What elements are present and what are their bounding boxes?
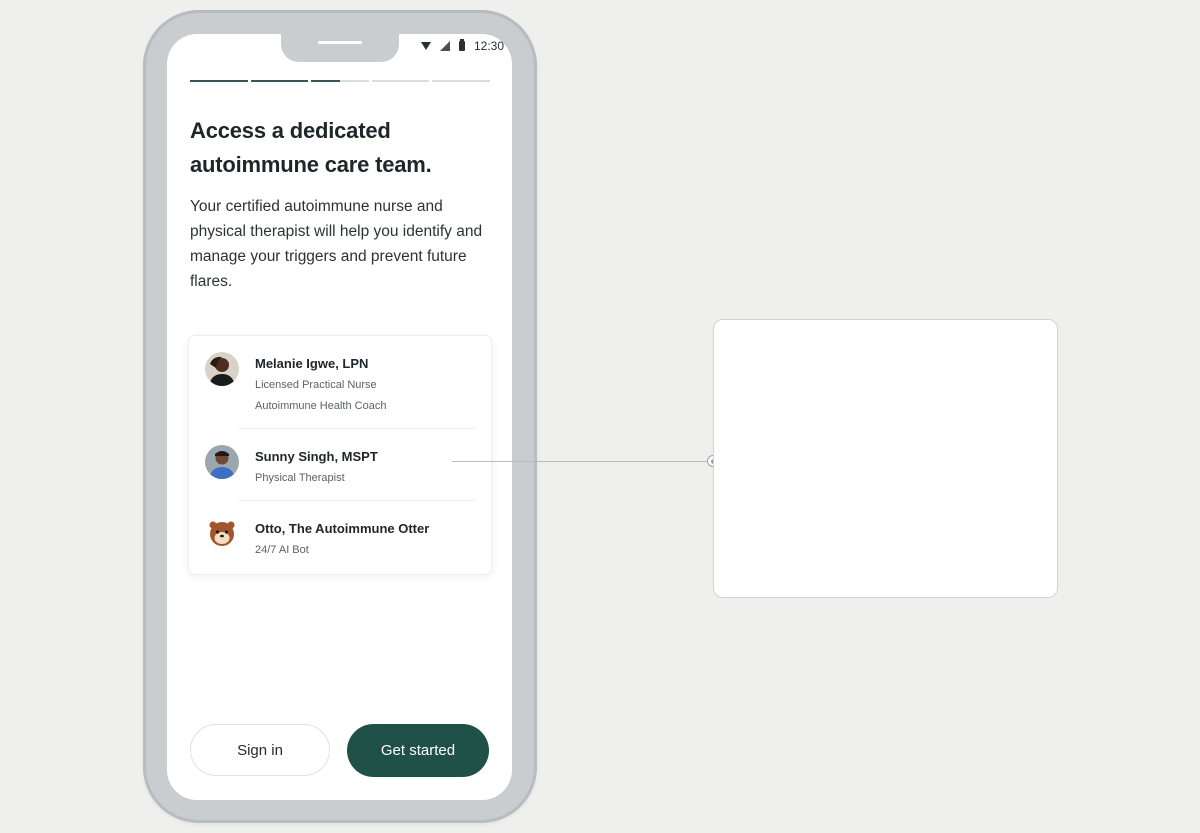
member-name: Melanie Igwe, LPN [255,356,369,371]
member-role: Licensed Practical Nurse [255,379,377,391]
progress-step [371,80,430,82]
status-bar: 12:30 [420,38,504,54]
annotation-connector-line [452,461,714,462]
speaker-grille [318,41,362,44]
care-team-card: Melanie Igwe, LPN Licensed Practical Nur… [189,336,491,574]
phone-frame: 12:30 Access a dedicated autoimmune care… [143,10,537,823]
progress-step [250,80,309,82]
member-name: Sunny Singh, MSPT [255,449,378,464]
page-description: Your certified autoimmune nurse and phys… [190,198,483,290]
divider [239,428,475,429]
annotation-preview-panel [713,319,1058,598]
phone-screen: 12:30 Access a dedicated autoimmune care… [167,34,512,800]
otter-avatar [205,517,239,551]
progress-step [190,80,248,82]
progress-step [432,80,490,82]
member-name: Otto, The Autoimmune Otter [255,521,430,536]
signal-icon [439,41,450,51]
onboarding-progress [190,80,490,82]
avatar [205,445,239,479]
member-role: Physical Therapist [255,472,345,484]
progress-step [311,80,369,82]
get-started-button[interactable]: Get started [347,724,489,777]
avatar [205,352,239,386]
divider [239,500,475,501]
member-role: Autoimmune Health Coach [255,400,387,412]
phone-notch [281,34,399,62]
page-title: Access a dedicated autoimmune care team. [190,118,432,177]
status-time: 12:30 [473,39,504,53]
sign-in-button[interactable]: Sign in [190,724,330,776]
battery-icon [458,39,465,51]
member-role: 24/7 AI Bot [255,544,309,556]
wifi-icon [420,42,431,50]
